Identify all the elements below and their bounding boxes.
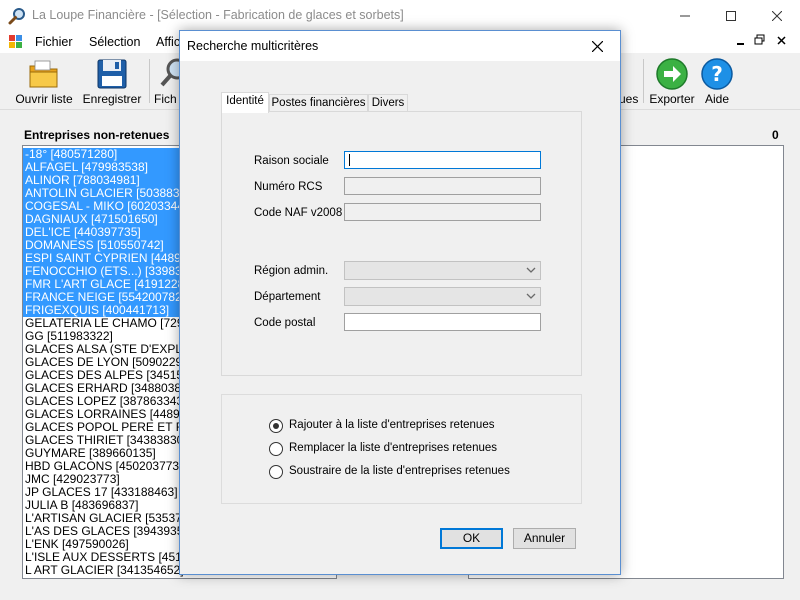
numero-rcs-input[interactable] — [344, 177, 541, 195]
export-button[interactable]: Exporter — [648, 55, 696, 107]
departement-label: Département — [254, 291, 321, 303]
arrow-right-icon — [656, 58, 688, 90]
open-list-label: Ouvrir liste — [15, 92, 73, 106]
list-item[interactable]: L ART GLACIER [341354652] — [25, 564, 188, 577]
chevron-down-icon — [526, 267, 536, 273]
export-label: Exporter — [649, 92, 695, 106]
minimize-icon — [680, 15, 690, 16]
radio-dot — [273, 423, 279, 429]
ok-button[interactable]: OK — [440, 528, 503, 549]
numero-rcs-label: Numéro RCS — [254, 181, 323, 193]
magnifier-icon — [160, 58, 180, 87]
maximize-button[interactable] — [708, 0, 754, 31]
toolbar-separator — [149, 59, 150, 103]
fiche-label: Fich — [154, 92, 177, 106]
close-button[interactable] — [754, 0, 800, 31]
open-list-button[interactable]: Ouvrir liste — [10, 55, 78, 107]
tab-postes-financieres[interactable]: Postes financières — [269, 94, 368, 112]
mdi-close-icon[interactable] — [776, 33, 788, 50]
close-icon — [591, 40, 603, 52]
maximize-icon — [726, 10, 736, 21]
dialog-title: Recherche multicritères — [187, 39, 319, 53]
region-select[interactable] — [344, 261, 541, 280]
search-dialog: Recherche multicritères Identité Postes … — [179, 30, 621, 575]
mdi-restore-icon[interactable] — [754, 33, 766, 50]
text-caret — [349, 154, 350, 166]
svg-text:?: ? — [711, 62, 723, 86]
document-window-icon[interactable] — [9, 35, 23, 49]
folder-open-icon — [29, 60, 58, 88]
title-bar: La Loupe Financière - [Sélection - Fabri… — [0, 0, 800, 31]
dialog-close-button[interactable] — [574, 31, 620, 61]
chevron-down-icon — [526, 293, 536, 299]
list-operation-group: Rajouter à la liste d'entreprises retenu… — [221, 394, 582, 504]
magnifier-app-icon — [8, 8, 25, 25]
save-label: Enregistrer — [82, 92, 142, 106]
radio-circle — [269, 419, 283, 433]
raison-sociale-input[interactable] — [344, 151, 541, 169]
region-label: Région admin. — [254, 265, 329, 277]
floppy-disk-icon — [97, 59, 127, 89]
close-icon — [772, 10, 782, 21]
radio-circle — [269, 465, 283, 479]
tab-divers[interactable]: Divers — [368, 94, 408, 112]
code-postal-label: Code postal — [254, 317, 316, 329]
save-button[interactable]: Enregistrer — [80, 55, 144, 107]
help-label: Aide — [704, 92, 730, 106]
help-icon: ? — [701, 58, 733, 90]
window-title: La Loupe Financière - [Sélection - Fabri… — [32, 8, 404, 22]
radio-remplacer-label: Remplacer la liste d'entreprises retenue… — [289, 442, 498, 454]
hidden-toolbar-button[interactable]: ues — [619, 55, 641, 107]
raison-sociale-label: Raison sociale — [254, 155, 329, 167]
cancel-button[interactable]: Annuler — [513, 528, 576, 549]
hidden-toolbar-label: ues — [619, 92, 639, 106]
radio-rajouter-label: Rajouter à la liste d'entreprises retenu… — [289, 419, 495, 431]
mdi-minimize-icon[interactable] — [736, 33, 746, 50]
dialog-title-bar: Recherche multicritères — [180, 31, 620, 61]
menu-selection[interactable]: Sélection — [89, 35, 140, 49]
toolbar-separator — [643, 59, 644, 103]
code-postal-input[interactable] — [344, 313, 541, 331]
tab-identite[interactable]: Identité — [221, 92, 269, 113]
departement-select[interactable] — [344, 287, 541, 306]
minimize-button[interactable] — [662, 0, 708, 31]
menu-fichier[interactable]: Fichier — [35, 35, 73, 49]
radio-circle — [269, 442, 283, 456]
fiche-button[interactable]: Fich — [154, 55, 180, 107]
radio-soustraire-label: Soustraire de la liste d'entreprises ret… — [289, 465, 510, 477]
retained-count: 0 — [772, 128, 779, 142]
code-naf-label: Code NAF v2008 — [254, 207, 343, 219]
help-button[interactable]: ? Aide — [699, 55, 735, 107]
menu-affichage[interactable]: Affic — [156, 35, 180, 49]
left-panel-title: Entreprises non-retenues — [24, 128, 170, 142]
code-naf-input[interactable] — [344, 203, 541, 221]
identite-tab-page: Raison sociale Numéro RCS Code NAF v2008… — [221, 111, 582, 376]
